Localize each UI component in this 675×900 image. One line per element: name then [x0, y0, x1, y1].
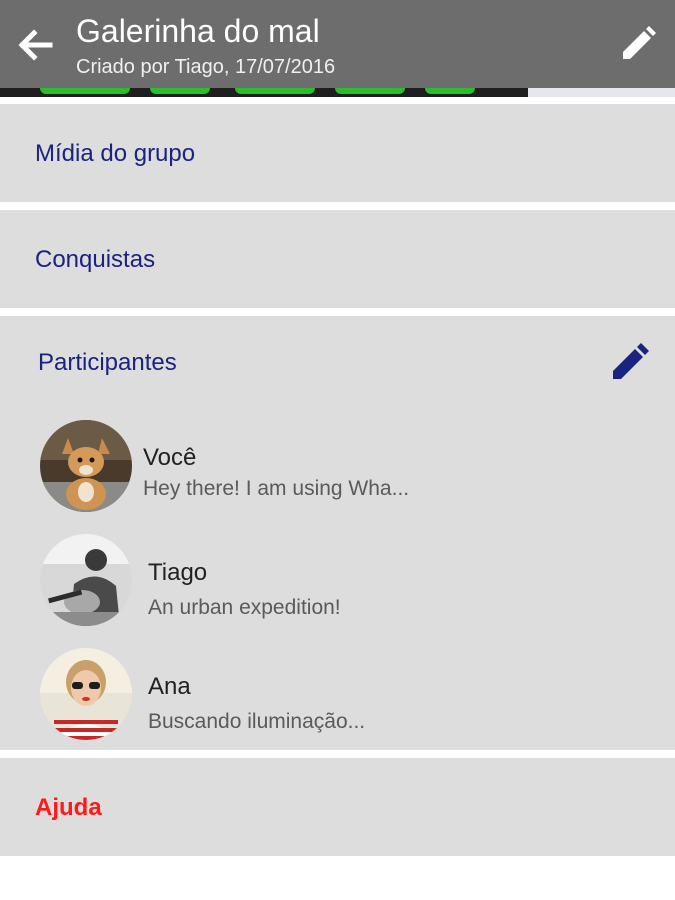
participant-name: Você	[143, 444, 197, 471]
achievements-label: Conquistas	[35, 246, 156, 273]
group-cover-image	[0, 88, 528, 97]
participant-item[interactable]: Você Hey there! I am using Wha...	[0, 416, 675, 516]
app-bar: Galerinha do mal Criado por Tiago, 17/07…	[0, 0, 675, 88]
participants-label: Participantes	[38, 349, 177, 376]
woman-sunglasses-avatar	[40, 648, 132, 740]
participant-name: Tiago	[148, 559, 208, 586]
group-media-label: Mídia do grupo	[35, 140, 196, 167]
arrow-left-icon	[18, 29, 53, 61]
cover-background	[528, 88, 675, 97]
participant-item[interactable]: Tiago An urban expedition!	[0, 531, 675, 631]
pencil-icon	[613, 343, 649, 379]
participant-status: Hey there! I am using Wha...	[143, 477, 410, 500]
participants-section: Participantes Você Hey there! I am using…	[0, 316, 675, 750]
participant-name: Ana	[148, 673, 191, 700]
guitar-player-avatar	[40, 534, 132, 626]
participant-status: An urban expedition!	[148, 596, 341, 619]
back-button[interactable]	[14, 24, 56, 66]
achievements-section[interactable]: Conquistas	[0, 210, 675, 308]
participant-status: Buscando iluminação...	[148, 710, 366, 733]
group-subtitle: Criado por Tiago, 17/07/2016	[76, 56, 336, 78]
help-section[interactable]: Ajuda	[0, 758, 675, 856]
dog-avatar	[40, 420, 132, 512]
edit-participants-button[interactable]	[610, 342, 650, 382]
group-title: Galerinha do mal	[76, 13, 320, 49]
participant-item[interactable]: Ana Buscando iluminação...	[0, 646, 675, 746]
group-media-section[interactable]: Mídia do grupo	[0, 104, 675, 202]
pencil-icon	[623, 26, 656, 59]
edit-group-button[interactable]	[618, 24, 658, 64]
help-label: Ajuda	[35, 794, 102, 821]
